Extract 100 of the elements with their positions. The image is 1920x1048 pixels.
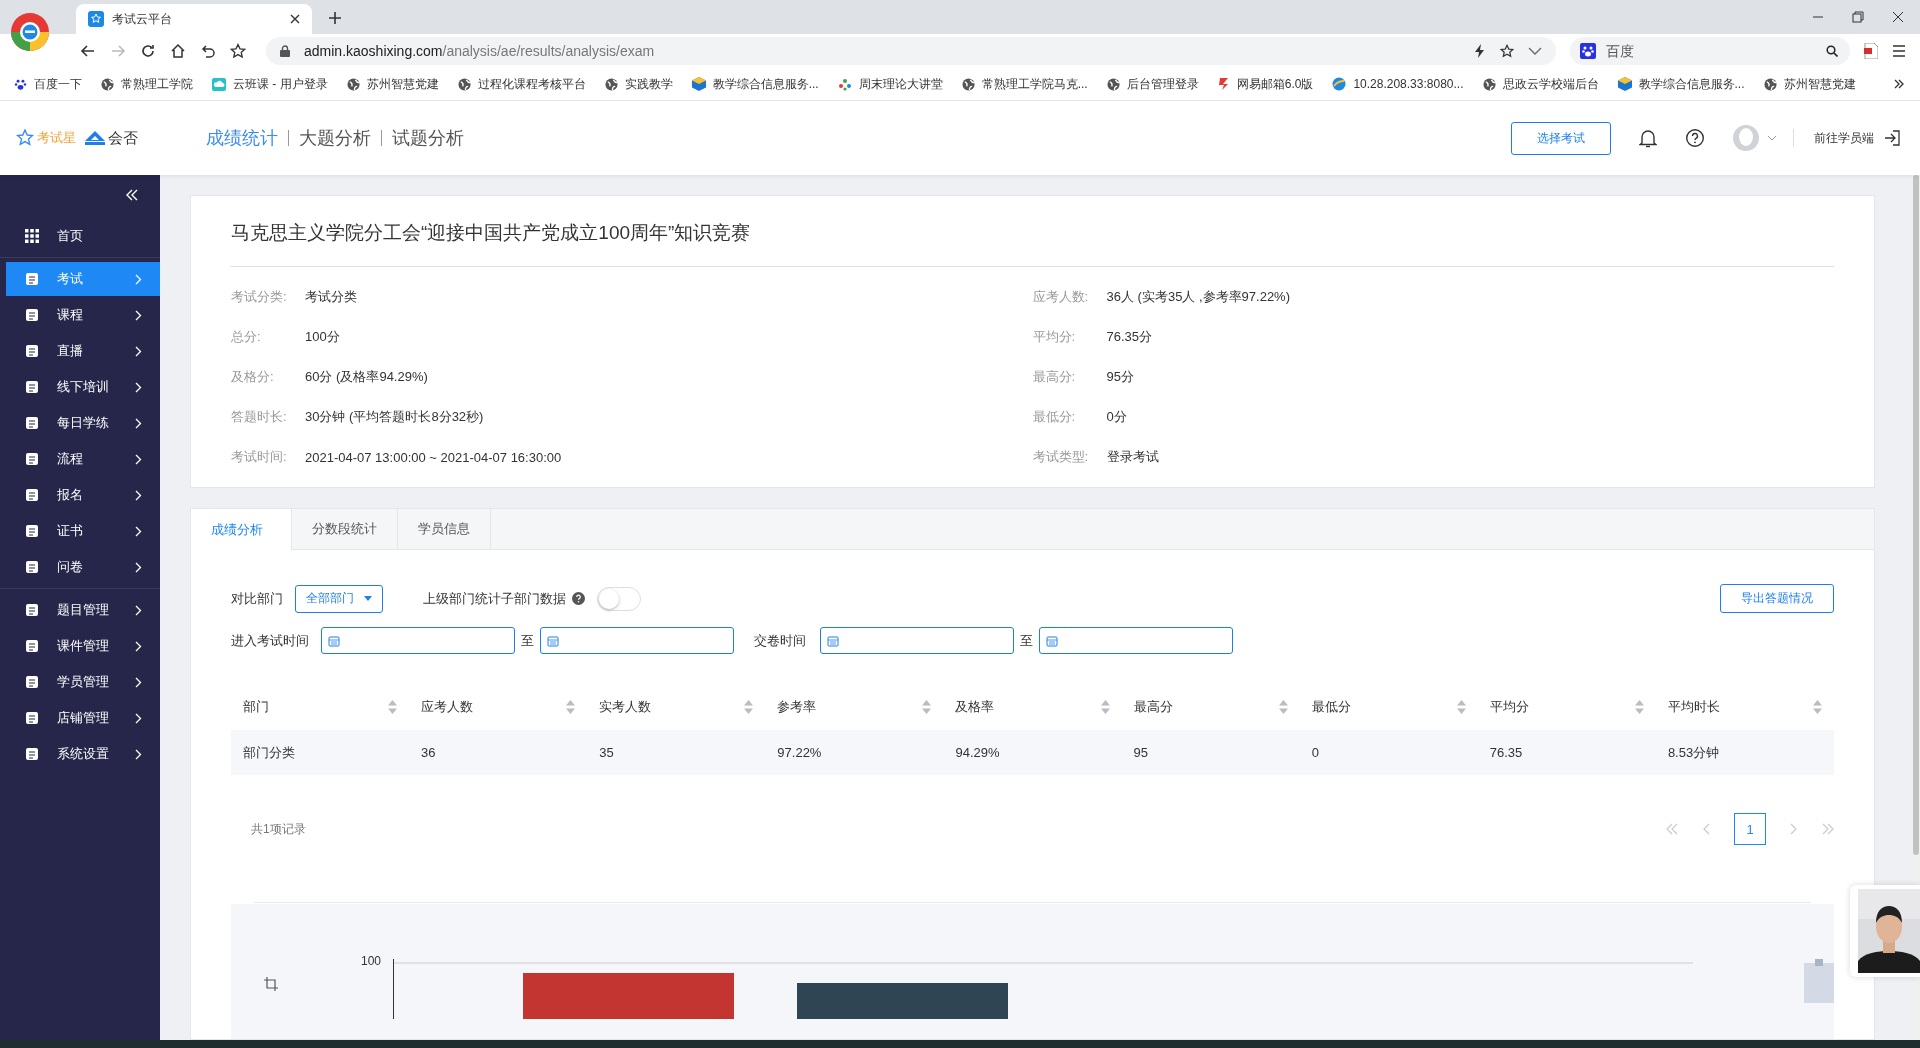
- sidebar-item[interactable]: 证书: [6, 514, 160, 548]
- caret-icon: [364, 596, 372, 601]
- bookmark[interactable]: 常熟理工学院: [101, 75, 193, 93]
- date-field[interactable]: [321, 627, 515, 654]
- globe-icon: [1482, 77, 1496, 91]
- date-field[interactable]: [1039, 627, 1233, 654]
- bookmark[interactable]: 教学综合信息服务...: [1617, 75, 1745, 93]
- sidebar-item[interactable]: 题目管理: [6, 593, 160, 627]
- date-field[interactable]: [820, 627, 1014, 654]
- table-cell-text: 8.53分钟: [1666, 743, 1721, 762]
- column-header[interactable]: 参考率: [765, 698, 944, 716]
- more-bookmarks-icon[interactable]: [1893, 79, 1904, 89]
- globe-icon: [346, 77, 360, 91]
- sidebar-item[interactable]: 店铺管理: [6, 701, 160, 735]
- sidebar-item[interactable]: 线下培训: [6, 370, 160, 404]
- globe-icon: [604, 77, 618, 91]
- chevron-down-icon[interactable]: [1528, 47, 1542, 55]
- column-header[interactable]: 平均分: [1477, 698, 1656, 716]
- sidebar-item[interactable]: 流程: [6, 442, 160, 476]
- bookmark[interactable]: 常熟理工学院马克...: [961, 75, 1088, 93]
- sidebar-item[interactable]: 课程: [6, 298, 160, 332]
- select-exam-button[interactable]: 选择考试: [1511, 121, 1611, 155]
- bookmark[interactable]: 实践教学: [604, 75, 673, 93]
- nav-tab[interactable]: 试题分析: [392, 126, 464, 150]
- field-value: 登录考试: [1106, 448, 1159, 466]
- sidebar-item[interactable]: 考试: [6, 262, 160, 296]
- menu-item-icon: [25, 603, 39, 617]
- column-header[interactable]: 最低分: [1299, 698, 1478, 716]
- back-icon[interactable]: [80, 43, 96, 59]
- address-bar[interactable]: admin.kaoshixing.com/analysis/ae/results/analysis/exam: [266, 37, 1556, 65]
- page-number[interactable]: 1: [1734, 813, 1766, 845]
- close-icon[interactable]: [1892, 11, 1904, 23]
- tab[interactable]: 学员信息: [398, 509, 491, 549]
- column-header[interactable]: 平均时长: [1655, 698, 1834, 716]
- field-label: 考试类型:: [1032, 448, 1090, 466]
- bookmark[interactable]: 百度一下: [14, 75, 82, 93]
- date-field[interactable]: [540, 627, 734, 654]
- menu-icon[interactable]: [1892, 45, 1906, 57]
- sidebar-item[interactable]: 系统设置: [6, 737, 160, 771]
- lightning-icon[interactable]: [1474, 44, 1486, 58]
- search-icon[interactable]: [1826, 45, 1838, 57]
- crop-icon[interactable]: [263, 976, 279, 992]
- close-icon[interactable]: [290, 14, 300, 24]
- menu-item-icon: [25, 308, 39, 322]
- sidebar-item[interactable]: 学员管理: [6, 665, 160, 699]
- sidebar-item[interactable]: 问卷: [6, 550, 160, 584]
- search-field[interactable]: 百度: [1570, 37, 1850, 65]
- column-header[interactable]: 最高分: [1121, 698, 1300, 716]
- bell-icon[interactable]: [1639, 128, 1657, 148]
- bookmark[interactable]: 10.28.208.33:8080...: [1332, 77, 1464, 91]
- zoom-slider-icon[interactable]: [1804, 959, 1834, 1003]
- column-header[interactable]: 实考人数: [587, 698, 766, 716]
- pdf-icon[interactable]: [1864, 43, 1878, 59]
- globe-icon: [1332, 77, 1347, 91]
- nav-tab[interactable]: 大题分析: [299, 126, 371, 150]
- menu-item-icon: [25, 560, 39, 574]
- collapse-icon[interactable]: [126, 189, 138, 201]
- toggle-switch[interactable]: [597, 586, 641, 611]
- column-header[interactable]: 及格率: [943, 698, 1122, 716]
- bookmark[interactable]: 后台管理登录: [1106, 75, 1199, 93]
- sidebar-item[interactable]: 每日学练: [6, 406, 160, 440]
- globe-icon: [457, 77, 471, 91]
- undo-icon[interactable]: [200, 43, 216, 59]
- restore-icon[interactable]: [1852, 11, 1864, 23]
- sidebar-item[interactable]: 首页: [6, 219, 160, 253]
- sidebar-item[interactable]: 报名: [6, 478, 160, 512]
- range-separator: 至: [1020, 631, 1033, 650]
- field-value: 30分钟 (平均答题时长8分32秒): [305, 408, 484, 426]
- bookmark[interactable]: 周末理论大讲堂: [837, 75, 943, 93]
- department-dropdown[interactable]: 全部部门: [295, 584, 383, 613]
- cube-icon: [691, 77, 706, 91]
- bookmark[interactable]: 苏州智慧党建: [1763, 75, 1856, 93]
- logout-icon[interactable]: [1884, 130, 1900, 146]
- star-icon[interactable]: [230, 43, 246, 59]
- star-icon[interactable]: [1500, 44, 1514, 58]
- reload-icon[interactable]: [140, 43, 156, 59]
- help-icon[interactable]: [1685, 128, 1705, 148]
- field-label: 及格分:: [231, 368, 275, 386]
- lock-icon: [280, 45, 290, 57]
- bookmark[interactable]: 思政云学校端后台: [1482, 75, 1599, 93]
- tab[interactable]: 成绩分析: [191, 509, 292, 550]
- new-tab-icon[interactable]: [328, 11, 342, 25]
- chevron-down-icon[interactable]: [1767, 135, 1777, 141]
- bookmark[interactable]: 云班课 - 用户登录: [212, 75, 328, 93]
- student-portal-link[interactable]: 前往学员端: [1814, 129, 1874, 147]
- tab[interactable]: 分数段统计: [292, 509, 398, 549]
- sidebar-item[interactable]: 直播: [6, 334, 160, 368]
- table-cell-text: 部门分类: [242, 743, 296, 762]
- nav-tab[interactable]: 成绩统计: [206, 126, 278, 150]
- help-icon[interactable]: [572, 592, 585, 605]
- export-button[interactable]: 导出答题情况: [1720, 584, 1834, 613]
- bookmark[interactable]: 网易邮箱6.0版: [1217, 75, 1314, 93]
- sidebar-item[interactable]: 课件管理: [6, 629, 160, 663]
- bookmark[interactable]: 教学综合信息服务...: [691, 75, 819, 93]
- browser-tab[interactable]: 考试云平台: [76, 4, 312, 34]
- home-icon[interactable]: [170, 43, 186, 59]
- bookmark[interactable]: 过程化课程考核平台: [457, 75, 586, 93]
- bookmark[interactable]: 苏州智慧党建: [346, 75, 439, 93]
- column-header[interactable]: 应考人数: [409, 698, 588, 716]
- column-header[interactable]: 部门: [231, 698, 410, 716]
